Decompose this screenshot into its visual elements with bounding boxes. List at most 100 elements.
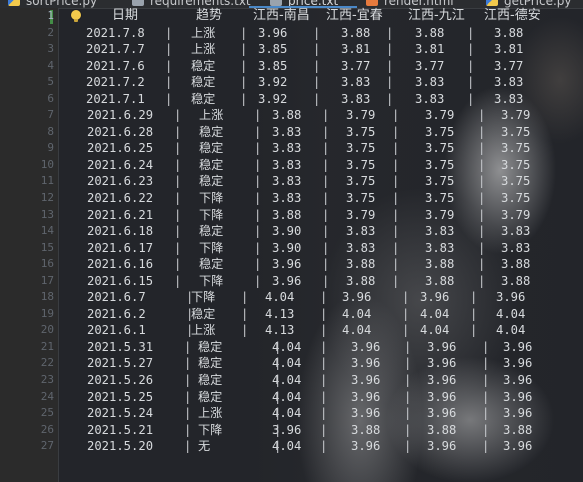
- column-separator: |: [274, 356, 282, 371]
- table-cell: 3.83: [346, 224, 376, 239]
- column-separator: |: [174, 273, 182, 288]
- text-editor[interactable]: 日期 趋势 江西-南昌 江西-宜春 江西-九江 江西-德安 2021.7.8 上涨 3.96 3.…: [60, 8, 583, 482]
- column-separator: |: [240, 42, 248, 57]
- column-separator: |: [165, 91, 173, 106]
- table-cell: 3.96: [351, 389, 381, 404]
- table-cell: 3.96: [427, 406, 457, 421]
- column-separator: |: [274, 389, 282, 404]
- column-separator: |: [174, 191, 182, 206]
- column-separator: |: [254, 124, 262, 139]
- table-cell: 3.85: [258, 42, 288, 57]
- column-separator: |: [404, 439, 412, 454]
- table-cell: 2021.5.26: [87, 373, 154, 388]
- table-row: 2021.6.2 稳定 4.13 4.04 4.04 4.04 | | | | |: [60, 306, 583, 323]
- table-cell: 3.96: [258, 25, 288, 40]
- table-cell: 3.88: [501, 273, 531, 288]
- table-cell: 3.79: [501, 207, 531, 222]
- column-separator: |: [386, 42, 394, 57]
- table-cell: 下降: [199, 191, 224, 206]
- column-separator: |: [392, 240, 400, 255]
- column-separator: |: [254, 157, 262, 172]
- table-cell: 3.96: [503, 373, 533, 388]
- column-separator: |: [313, 42, 321, 57]
- table-cell: 3.83: [415, 75, 445, 90]
- table-cell: 稳定: [198, 356, 223, 371]
- column-separator: |: [174, 224, 182, 239]
- column-separator: |: [174, 240, 182, 255]
- column-separator: |: [392, 273, 400, 288]
- table-cell: 4.04: [265, 290, 295, 305]
- table-row: 2021.5.26 稳定 4.04 3.96 3.96 3.96 | | | | |: [60, 372, 583, 389]
- column-separator: |: [174, 157, 182, 172]
- table-cell: 3.83: [494, 75, 524, 90]
- header-row: 日期 趋势 江西-南昌 江西-宜春 江西-九江 江西-德安: [60, 8, 583, 25]
- column-separator: |: [184, 356, 192, 371]
- table-cell: 3.75: [501, 174, 531, 189]
- table-cell: 2021.6.1: [87, 323, 146, 338]
- table-cell: 3.88: [346, 257, 376, 272]
- column-separator: |: [313, 75, 321, 90]
- table-cell: 3.83: [341, 91, 371, 106]
- table-cell: 3.96: [420, 290, 450, 305]
- column-separator: |: [254, 224, 262, 239]
- column-separator: |: [322, 174, 330, 189]
- table-row: 2021.5.27 稳定 4.04 3.96 3.96 3.96 | | | | |: [60, 355, 583, 372]
- table-cell: 下降: [199, 273, 224, 288]
- column-separator: |: [240, 75, 248, 90]
- column-separator: |: [404, 406, 412, 421]
- column-separator: |: [402, 306, 410, 321]
- table-cell: 3.83: [272, 191, 302, 206]
- column-separator: |: [404, 339, 412, 354]
- table-cell: 3.79: [425, 108, 455, 123]
- line-numbers: 1 2 3 4 5 6 7 8 9 10 11 12 13 14 15 16 17 18 19 20 21 22 23 24 2…: [0, 8, 58, 482]
- column-separator: |: [320, 373, 328, 388]
- line-number: 21: [40, 339, 54, 353]
- column-separator: |: [240, 25, 248, 40]
- column-separator: |: [467, 91, 475, 106]
- table-cell: 3.88: [272, 207, 302, 222]
- table-cell: 3.83: [415, 91, 445, 106]
- column-separator: |: [392, 108, 400, 123]
- line-number: 11: [40, 174, 54, 188]
- tab-getprice-py[interactable]: getPrice.py: [486, 0, 572, 8]
- text-file-icon: [132, 0, 144, 6]
- column-separator: |: [320, 422, 328, 437]
- tab-requirements-txt[interactable]: requirements.txt: [132, 0, 251, 8]
- table-cell: 2021.7.7: [86, 42, 145, 57]
- table-cell: 3.88: [427, 422, 457, 437]
- tab-sortprice-py[interactable]: sortPrice.py: [8, 0, 97, 8]
- column-separator: |: [174, 257, 182, 272]
- table-row: 2021.6.21 下降 3.88 3.79 3.79 3.79 | | | | |: [60, 207, 583, 224]
- table-cell: 3.77: [415, 58, 445, 73]
- column-separator: |: [478, 124, 486, 139]
- line-number: 13: [40, 207, 54, 221]
- column-separator: |: [322, 273, 330, 288]
- table-row: 2021.5.25 稳定 4.04 3.96 3.96 3.96 | | | | |: [60, 389, 583, 406]
- column-separator: |: [404, 422, 412, 437]
- table-cell: 3.88: [415, 25, 445, 40]
- column-separator: |: [478, 141, 486, 156]
- line-number: 10: [40, 157, 54, 171]
- table-cell: 3.79: [346, 108, 376, 123]
- table-cell: 4.13: [265, 323, 295, 338]
- column-separator: |: [478, 191, 486, 206]
- header-cell: 江西-德安: [484, 8, 541, 23]
- column-separator: |: [478, 257, 486, 272]
- table-cell: 稳定: [199, 224, 224, 239]
- column-separator: |: [470, 306, 478, 321]
- table-cell: 3.75: [346, 174, 376, 189]
- column-separator: |: [478, 273, 486, 288]
- column-separator: |: [165, 58, 173, 73]
- table-cell: 2021.7.1: [86, 91, 145, 106]
- tab-render-html[interactable]: render.html: [366, 0, 454, 8]
- column-separator: |: [322, 207, 330, 222]
- column-separator: |: [320, 306, 328, 321]
- column-separator: |: [240, 91, 248, 106]
- column-separator: |: [174, 141, 182, 156]
- column-separator: |: [184, 373, 192, 388]
- table-cell: 2021.7.8: [86, 25, 145, 40]
- table-cell: 稳定: [199, 141, 224, 156]
- table-cell: 3.75: [346, 157, 376, 172]
- table-row: 2021.6.16 稳定 3.96 3.88 3.88 3.88 | | | | |: [60, 256, 583, 273]
- html-file-icon: [366, 0, 378, 6]
